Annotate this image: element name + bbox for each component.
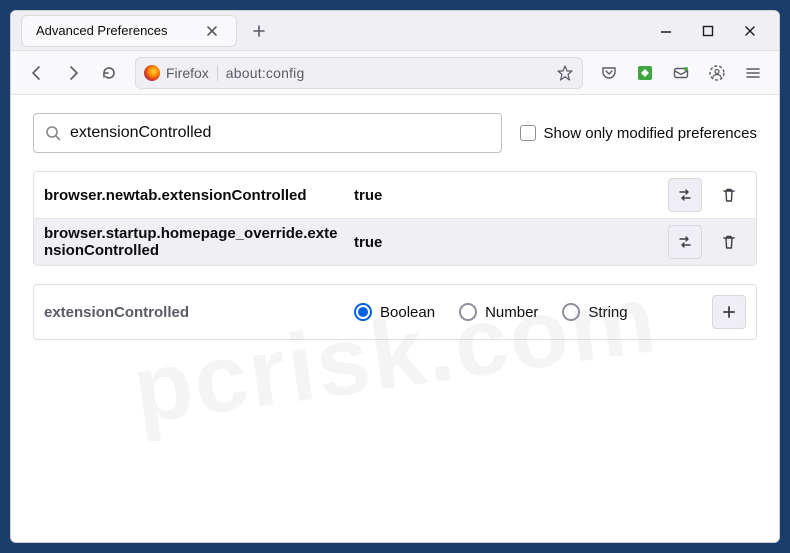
pref-name: browser.startup.homepage_override.extens…	[44, 225, 344, 259]
app-frame: Advanced Preferences	[0, 0, 790, 553]
new-pref-name: extensionControlled	[44, 304, 344, 321]
close-tab-icon[interactable]	[198, 17, 226, 45]
bookmark-star-icon[interactable]	[556, 64, 574, 82]
delete-button[interactable]	[712, 178, 746, 212]
close-window-button[interactable]	[741, 22, 759, 40]
toggle-button[interactable]	[668, 178, 702, 212]
forward-button[interactable]	[57, 57, 89, 89]
url-text: about:config	[226, 65, 548, 81]
app-menu-button[interactable]	[737, 57, 769, 89]
firefox-logo-icon	[144, 65, 160, 81]
radio-icon	[562, 303, 580, 321]
minimize-button[interactable]	[657, 22, 675, 40]
window-controls	[657, 22, 779, 40]
tab-advanced-preferences[interactable]: Advanced Preferences	[21, 15, 237, 47]
radio-icon	[354, 303, 372, 321]
search-icon	[44, 124, 62, 142]
pref-row[interactable]: browser.newtab.extensionControlled true	[34, 172, 756, 218]
radio-label: String	[588, 304, 627, 321]
delete-button[interactable]	[712, 225, 746, 259]
toggle-button[interactable]	[668, 225, 702, 259]
modified-only-checkbox[interactable]: Show only modified preferences	[520, 125, 757, 142]
add-pref-button[interactable]	[712, 295, 746, 329]
about-config-content: Show only modified preferences browser.n…	[11, 95, 779, 542]
identity-box[interactable]: Firefox	[144, 65, 218, 81]
radio-label: Boolean	[380, 304, 435, 321]
tab-title: Advanced Preferences	[36, 23, 168, 38]
pref-value: true	[354, 234, 658, 251]
pref-name: browser.newtab.extensionControlled	[44, 187, 344, 204]
type-boolean-radio[interactable]: Boolean	[354, 303, 435, 321]
type-string-radio[interactable]: String	[562, 303, 627, 321]
pocket-button[interactable]	[593, 57, 625, 89]
search-row: Show only modified preferences	[33, 113, 757, 153]
account-button[interactable]	[701, 57, 733, 89]
pref-actions	[668, 225, 746, 259]
mail-button[interactable]	[665, 57, 697, 89]
preferences-table: browser.newtab.extensionControlled true …	[33, 171, 757, 266]
title-bar: Advanced Preferences	[11, 11, 779, 51]
search-box[interactable]	[33, 113, 502, 153]
type-radio-group: Boolean Number String	[354, 303, 702, 321]
extension-button[interactable]	[629, 57, 661, 89]
pref-row[interactable]: browser.startup.homepage_override.extens…	[34, 218, 756, 265]
navigation-toolbar: Firefox about:config	[11, 51, 779, 95]
new-tab-button[interactable]	[243, 15, 275, 47]
checkbox-icon	[520, 125, 536, 141]
identity-label: Firefox	[166, 65, 209, 81]
url-bar[interactable]: Firefox about:config	[135, 57, 583, 89]
maximize-button[interactable]	[699, 22, 717, 40]
radio-label: Number	[485, 304, 538, 321]
search-input[interactable]	[70, 124, 491, 142]
radio-icon	[459, 303, 477, 321]
type-number-radio[interactable]: Number	[459, 303, 538, 321]
new-pref-row: extensionControlled Boolean Number Strin…	[33, 284, 757, 340]
checkbox-label: Show only modified preferences	[544, 125, 757, 142]
pref-value: true	[354, 187, 658, 204]
back-button[interactable]	[21, 57, 53, 89]
pref-actions	[668, 178, 746, 212]
browser-window: Advanced Preferences	[10, 10, 780, 543]
reload-button[interactable]	[93, 57, 125, 89]
